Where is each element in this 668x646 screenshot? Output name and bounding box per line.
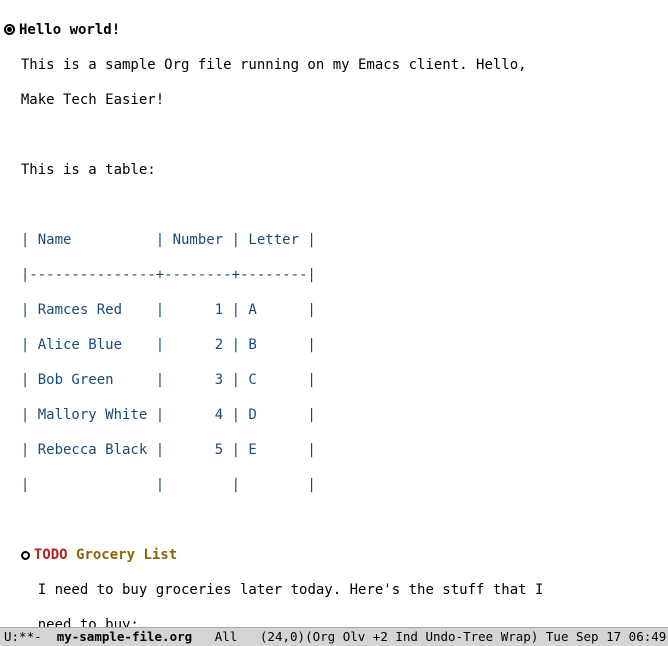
heading-1[interactable]: Hello world! (4, 22, 664, 40)
heading-2[interactable]: TODO Grocery List (4, 547, 664, 565)
blank-line (4, 127, 664, 145)
table-header[interactable]: | Name | Number | Letter | (4, 232, 664, 250)
heading-1-text: Hello world! (19, 22, 120, 38)
blank-line (4, 197, 664, 215)
modeline-left: U:**- my-sample-file.org All (24,0) (4, 628, 305, 646)
modeline-filename: my-sample-file.org (57, 629, 192, 644)
mode-line[interactable]: U:**- my-sample-file.org All (24,0) (Org… (0, 627, 668, 646)
paragraph-line[interactable]: I need to buy groceries later today. Her… (4, 582, 664, 600)
bullet-level2-icon (21, 551, 30, 560)
modeline-status: U:**- (4, 629, 42, 644)
modeline-right: (Org Olv +2 Ind Undo-Tree Wrap) Tue Sep … (305, 628, 666, 646)
table-row[interactable]: | Alice Blue | 2 | B | (4, 337, 664, 355)
table-row[interactable]: | Bob Green | 3 | C | (4, 372, 664, 390)
emacs-buffer[interactable]: Hello world! This is a sample Org file r… (0, 0, 668, 646)
blank-line (4, 512, 664, 530)
modeline-position: All (215, 629, 238, 644)
table-row[interactable]: | | | | (4, 477, 664, 495)
paragraph-line[interactable]: Make Tech Easier! (4, 92, 664, 110)
table-separator: |---------------+--------+--------| (4, 267, 664, 285)
modeline-coords: (24,0) (260, 629, 305, 644)
modeline-modes: (Org Olv +2 Ind Undo-Tree Wrap) (305, 629, 538, 644)
paragraph-line[interactable]: This is a table: (4, 162, 664, 180)
modeline-time: Tue Sep 17 06:49 (546, 629, 666, 644)
todo-keyword: TODO (34, 547, 68, 563)
bullet-level1-icon (4, 24, 15, 35)
table-row[interactable]: | Ramces Red | 1 | A | (4, 302, 664, 320)
paragraph-line[interactable]: This is a sample Org file running on my … (4, 57, 664, 75)
table-row[interactable]: | Rebecca Black | 5 | E | (4, 442, 664, 460)
heading-2-text: Grocery List (76, 547, 177, 563)
table-row[interactable]: | Mallory White | 4 | D | (4, 407, 664, 425)
